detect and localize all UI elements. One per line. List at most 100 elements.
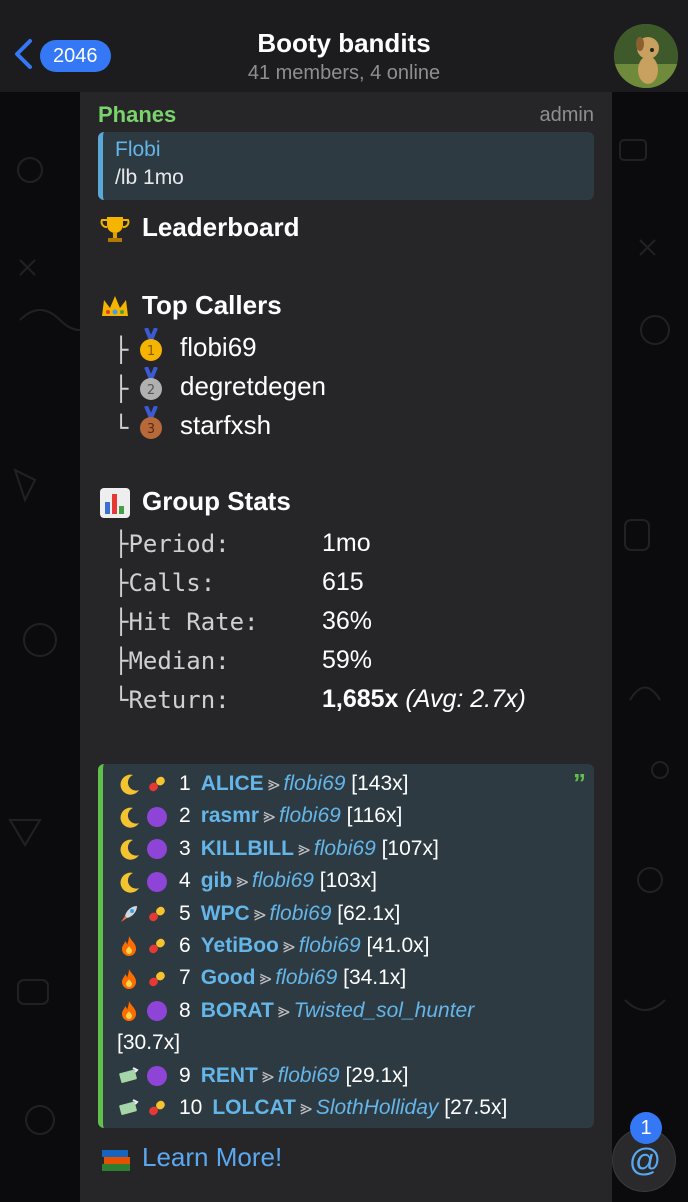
rank-number: 4 <box>179 869 191 893</box>
silver-medal-icon: 2 <box>140 367 162 400</box>
leaderboard-row: 3 KILLBILL ⪢ flobi69 [107x] <box>117 833 439 865</box>
return-value: 1,685x <box>322 685 399 713</box>
token-link[interactable]: rasmr <box>201 804 259 827</box>
purple-circle-icon <box>147 806 167 827</box>
stat-value-return: 1,685x (Avg: 2.7x) <box>322 685 526 714</box>
rank-number: 7 <box>179 966 191 990</box>
group-stats-title: Group Stats <box>142 486 291 516</box>
leaderboard-row: 7 Good ⪢ flobi69 [34.1x] <box>117 962 406 994</box>
caller-link[interactable]: Twisted_sol_hunter <box>294 999 475 1022</box>
arrow-icon: ⪢ <box>267 772 280 795</box>
stat-label-hit-rate: Hit Rate: <box>128 608 259 636</box>
tree-branch-1: ├ <box>114 336 129 364</box>
leaderboard-heading: Leaderboard <box>98 212 300 246</box>
bar-chart-icon <box>100 488 130 519</box>
multiplier: [143x] <box>351 772 409 795</box>
rank-number: 9 <box>179 1063 191 1087</box>
top-callers-title: Top Callers <box>142 290 282 320</box>
fire-icon <box>122 936 136 957</box>
reply-text: /lb 1mo <box>115 166 184 189</box>
arrow-icon: ⪢ <box>282 934 295 957</box>
group-avatar[interactable] <box>614 24 678 88</box>
top-callers-heading: Top Callers <box>98 290 282 324</box>
tree-branch-3: └ <box>114 414 129 442</box>
chat-title[interactable]: Booty bandits <box>0 28 688 59</box>
leaderboard-title: Leaderboard <box>142 212 300 242</box>
multiplier: [34.1x] <box>343 966 407 990</box>
purple-circle-icon <box>147 1001 167 1022</box>
multiplier: [116x] <box>346 804 403 828</box>
arrow-icon: ⪢ <box>298 836 310 860</box>
token-link[interactable]: KILLBILL <box>201 837 294 860</box>
admin-label: admin <box>539 104 594 126</box>
caller-link[interactable]: flobi69 <box>275 966 337 989</box>
svg-text:2: 2 <box>147 383 155 398</box>
leaderboard-row: 5 WPC ⪢ flobi69 [62.1x] <box>117 898 400 930</box>
caller-link[interactable]: SlothHolliday <box>316 1096 439 1119</box>
arrow-icon: ⪢ <box>277 998 290 1022</box>
caller-link[interactable]: flobi69 <box>314 837 376 860</box>
message-bubble: Phanes admin Flobi /lb 1mo Leaderboard T… <box>80 92 612 1202</box>
token-link[interactable]: ALICE <box>201 772 264 795</box>
crown-icon <box>102 296 128 317</box>
money-icon <box>119 1099 139 1116</box>
moon-icon <box>120 872 139 893</box>
token-link[interactable]: WPC <box>201 902 250 925</box>
arrow-icon: ⪢ <box>263 804 275 828</box>
multiplier: [27.5x] <box>444 1096 508 1119</box>
top-caller-1: flobi69 <box>180 332 257 362</box>
reply-author: Flobi <box>115 138 161 161</box>
arrow-icon: ⪢ <box>259 966 272 990</box>
rocket-icon <box>121 906 137 923</box>
fire-icon <box>122 968 136 989</box>
stats-tree-4: ├Median: <box>114 647 230 675</box>
stats-tree-5: └Return: <box>114 686 230 714</box>
leaderboard-row: 4 gib ⪢ flobi69 [103x] <box>117 865 377 897</box>
leaderboard-row: 1 ALICE ⪢ flobi69 [143x] <box>117 768 409 800</box>
token-link[interactable]: YetiBoo <box>201 934 279 957</box>
caller-link[interactable]: flobi69 <box>252 869 314 892</box>
token-link[interactable]: BORAT <box>201 999 274 1022</box>
arrow-icon: ⪢ <box>299 1096 312 1119</box>
purple-circle-icon <box>147 871 167 892</box>
top-caller-3: starfxsh <box>180 410 272 440</box>
stats-tree-2: ├Calls: <box>114 569 216 597</box>
arrow-icon: ⪢ <box>236 869 249 893</box>
trophy-icon <box>100 217 130 243</box>
multiplier: [62.1x] <box>337 901 401 925</box>
caller-link[interactable]: flobi69 <box>270 902 332 925</box>
caller-link[interactable]: flobi69 <box>278 1064 340 1087</box>
arrow-icon: ⪢ <box>261 1063 274 1087</box>
learn-more-link[interactable]: Learn More! <box>100 1142 282 1174</box>
learn-more-label[interactable]: Learn More! <box>142 1142 282 1172</box>
stat-label-return: Return: <box>128 686 230 714</box>
group-stats-heading: Group Stats <box>98 486 291 520</box>
stat-label-calls: Calls: <box>128 569 216 597</box>
pill-icon <box>149 906 165 922</box>
caller-link[interactable]: flobi69 <box>284 772 346 795</box>
leaderboard-row: 2 rasmr ⪢ flobi69 [116x] <box>117 800 402 832</box>
rank-number: 1 <box>179 772 191 795</box>
caller-link[interactable]: flobi69 <box>299 934 361 957</box>
chat-header: 2046 Booty bandits 41 members, 4 online <box>0 0 688 92</box>
books-icon <box>102 1150 130 1172</box>
top-caller-2: degretdegen <box>180 371 327 401</box>
token-link[interactable]: gib <box>201 869 233 892</box>
token-link[interactable]: RENT <box>201 1064 258 1087</box>
token-link[interactable]: Good <box>201 966 256 989</box>
moon-icon <box>120 807 139 828</box>
reply-preview[interactable]: Flobi /lb 1mo <box>98 132 594 200</box>
pill-icon <box>149 939 165 954</box>
rank-number: 3 <box>179 836 191 860</box>
moon-icon <box>120 775 139 796</box>
arrow-icon: ⪢ <box>253 901 266 925</box>
caller-link[interactable]: flobi69 <box>279 804 341 827</box>
sender-name[interactable]: Phanes <box>98 102 176 128</box>
multiplier: [29.1x] <box>345 1063 409 1087</box>
token-link[interactable]: LOLCAT <box>212 1096 296 1119</box>
fire-icon <box>122 1001 136 1022</box>
moon-icon <box>120 839 139 860</box>
gold-medal-icon: 1 <box>140 328 162 361</box>
mention-count-badge: 1 <box>630 1112 662 1144</box>
quote-icon: ” <box>573 768 586 798</box>
